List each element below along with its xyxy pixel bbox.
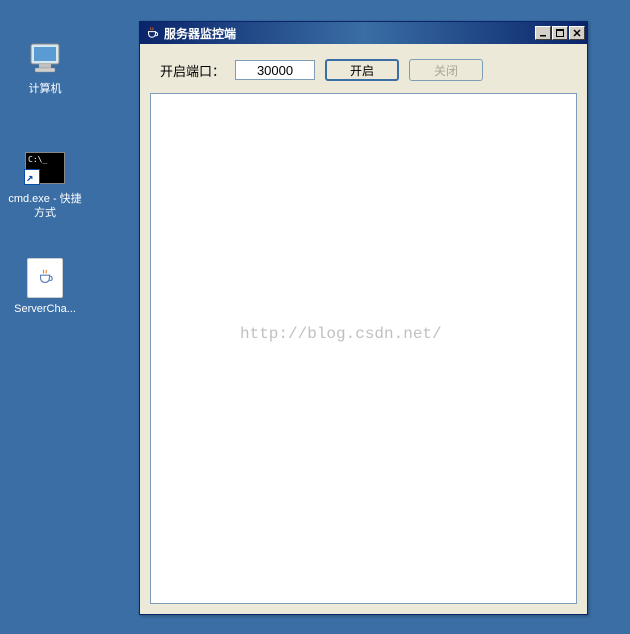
app-window: 服务器监控端 开启端口： 开启 关闭 bbox=[139, 21, 588, 615]
java-icon bbox=[144, 25, 160, 41]
titlebar[interactable]: 服务器监控端 bbox=[140, 22, 587, 44]
port-label: 开启端口： bbox=[160, 61, 225, 80]
open-button[interactable]: 开启 bbox=[325, 59, 399, 81]
close-button[interactable] bbox=[569, 26, 585, 40]
desktop-icon-label: cmd.exe - 快捷方式 bbox=[5, 192, 85, 221]
minimize-button[interactable] bbox=[535, 26, 551, 40]
desktop-icon-label: 计算机 bbox=[5, 82, 85, 96]
window-body: 开启端口： 开启 关闭 bbox=[140, 44, 587, 614]
close-server-button[interactable]: 关闭 bbox=[409, 59, 483, 81]
desktop-icon-label: ServerCha... bbox=[5, 302, 85, 316]
control-row: 开启端口： 开启 关闭 bbox=[150, 54, 577, 93]
computer-icon bbox=[25, 38, 65, 78]
java-file-icon bbox=[25, 258, 65, 298]
log-textarea[interactable] bbox=[151, 94, 576, 603]
log-area-container bbox=[150, 93, 577, 604]
maximize-button[interactable] bbox=[552, 26, 568, 40]
window-controls bbox=[535, 26, 585, 40]
cmd-icon: C:\_↗ bbox=[25, 148, 65, 188]
desktop-icon-cmd[interactable]: C:\_↗ cmd.exe - 快捷方式 bbox=[5, 148, 85, 221]
window-title: 服务器监控端 bbox=[164, 25, 535, 42]
desktop-icon-java-file[interactable]: ServerCha... bbox=[5, 258, 85, 316]
port-input[interactable] bbox=[235, 60, 315, 80]
desktop-icon-computer[interactable]: 计算机 bbox=[5, 38, 85, 96]
